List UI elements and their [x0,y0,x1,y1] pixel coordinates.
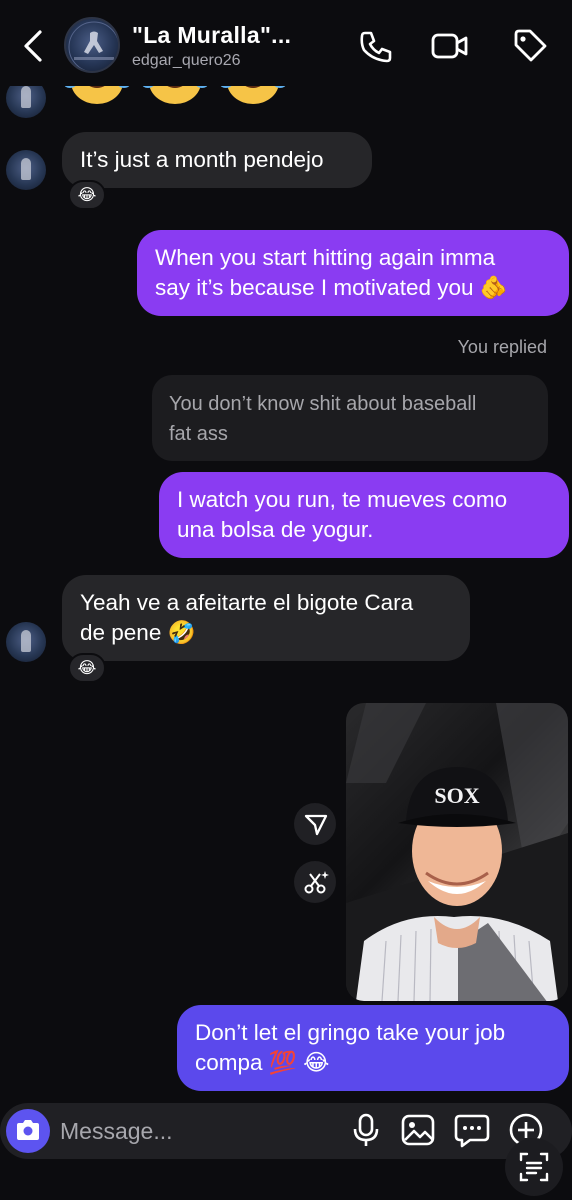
reaction-emoji: 😂 [77,660,97,677]
message-line: una bolsa de yogur. [177,517,374,542]
player-photo-image: SOX [346,703,568,1001]
message-line: de pene 🤣 [80,620,196,645]
contact-avatar-small[interactable] [6,150,46,190]
quoted-line: fat ass [169,423,228,445]
contact-avatar-small[interactable] [6,622,46,662]
contact-name[interactable]: "La Muralla"... [132,22,291,49]
message-line: I watch you run, te mueves como [177,487,508,512]
send-icon [304,814,328,836]
sticker-icon[interactable] [452,1110,492,1150]
camera-button[interactable] [6,1109,50,1153]
message-line: compa 💯 😂 [195,1050,330,1075]
video-camera-icon[interactable] [430,26,470,66]
microphone-icon[interactable] [346,1110,386,1150]
you-replied-label: You replied [457,337,547,357]
message-line: say it’s because I motivated you 🫵 [155,275,508,300]
gallery-icon[interactable] [398,1110,438,1150]
outgoing-message[interactable]: I watch you run, te mueves como una bols… [159,472,569,558]
reaction-emoji: 😂 [77,187,97,204]
contact-avatar[interactable] [64,17,120,73]
scan-text-icon [519,1152,549,1182]
incoming-message[interactable]: It’s just a month pendejo [62,132,372,188]
photo-cap-logo: SOX [434,783,479,808]
forward-photo-button[interactable] [294,803,336,845]
camera-icon [17,1120,39,1140]
chat-header: "La Muralla"... edgar_quero26 [0,0,572,86]
incoming-message[interactable]: Yeah ve a afeitarte el bigote Cara de pe… [62,575,470,661]
reaction-badge[interactable]: 😂 [68,180,106,210]
magic-scissors-icon [304,871,329,894]
player-silhouette-icon [68,21,118,71]
tag-icon[interactable] [510,26,550,66]
message-line: When you start hitting again imma [155,245,496,270]
quoted-line: You don’t know shit about baseball [169,393,477,415]
phone-icon[interactable] [355,26,395,66]
outgoing-message[interactable]: When you start hitting again imma say it… [137,230,569,316]
shared-photo[interactable]: SOX [346,703,568,1001]
scan-text-button[interactable] [505,1138,563,1196]
outgoing-message[interactable]: Don’t let el gringo take your job compa … [177,1005,569,1091]
message-line: Yeah ve a afeitarte el bigote Cara [80,590,414,615]
message-text: It’s just a month pendejo [80,147,324,172]
message-line: Don’t let el gringo take your job [195,1020,506,1045]
contact-username: edgar_quero26 [132,52,241,69]
message-input[interactable] [60,1113,330,1149]
edit-photo-button[interactable] [294,861,336,903]
back-chevron-icon[interactable] [18,26,50,66]
quoted-message[interactable]: You don’t know shit about baseball fat a… [152,375,548,461]
reaction-badge[interactable]: 😂 [68,653,106,683]
